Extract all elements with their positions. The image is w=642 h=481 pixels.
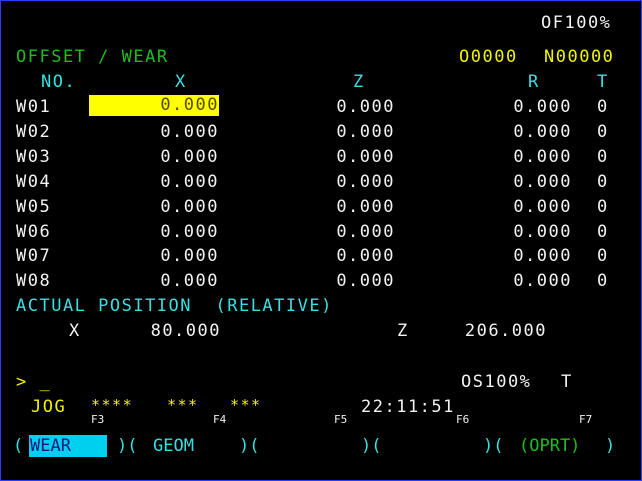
clock: 22:11:51 <box>361 397 455 417</box>
x-offset-cell[interactable]: 0.000 <box>99 172 219 192</box>
program-number: O0000 <box>459 47 518 67</box>
r-offset-cell[interactable]: 0.000 <box>452 271 572 291</box>
t-offset-cell[interactable]: 0 <box>597 222 609 242</box>
row-number: W07 <box>16 246 52 266</box>
status-field-1: **** <box>91 396 134 414</box>
x-offset-cell[interactable]: 0.000 <box>99 222 219 242</box>
actual-z-label: Z <box>397 321 409 341</box>
page-title: OFFSET / WEAR <box>16 47 169 67</box>
fkey-label-f3: F3 <box>91 413 105 426</box>
row-number: W06 <box>16 222 52 242</box>
x-offset-cell[interactable]: 0.000 <box>99 197 219 217</box>
cnc-screen: OF100% OFFSET / WEAR O0000 N00000 NO. X … <box>0 0 642 481</box>
z-offset-cell[interactable]: 0.000 <box>275 271 395 291</box>
softkey-f5-empty[interactable] <box>273 435 353 457</box>
z-offset-cell[interactable]: 0.000 <box>275 246 395 266</box>
col-header-x: X <box>175 72 187 92</box>
actual-x-value: 80.000 <box>150 321 221 341</box>
status-field-3: *** <box>230 396 262 414</box>
z-offset-cell[interactable]: 0.000 <box>275 172 395 192</box>
t-offset-cell[interactable]: 0 <box>597 147 609 167</box>
t-offset-cell[interactable]: 0 <box>597 271 609 291</box>
tool-indicator: T <box>561 372 573 392</box>
fkey-label-f4: F4 <box>213 413 227 426</box>
col-header-t: T <box>597 72 609 92</box>
fkey-label-f7: F7 <box>579 413 593 426</box>
softkey-geom[interactable]: GEOM <box>153 435 194 457</box>
feed-override: OF100% <box>541 13 612 33</box>
r-offset-cell[interactable]: 0.000 <box>452 222 572 242</box>
r-offset-cell[interactable]: 0.000 <box>452 122 572 142</box>
command-input[interactable]: > _ <box>16 372 51 392</box>
actual-position-label: ACTUAL POSITION (RELATIVE) <box>16 296 333 316</box>
softkey-bracket: )( <box>361 436 382 456</box>
row-number: W03 <box>16 147 52 167</box>
t-offset-cell[interactable]: 0 <box>597 122 609 142</box>
fkey-label-f5: F5 <box>334 413 348 426</box>
x-offset-cell-selected[interactable]: 0.000 <box>89 95 219 116</box>
t-offset-cell[interactable]: 0 <box>597 172 609 192</box>
spindle-override: OS100% <box>461 372 532 392</box>
r-offset-cell[interactable]: 0.000 <box>452 97 572 117</box>
x-offset-cell[interactable]: 0.000 <box>99 246 219 266</box>
row-number: W05 <box>16 197 52 217</box>
z-offset-cell[interactable]: 0.000 <box>275 147 395 167</box>
sequence-number: N00000 <box>544 47 615 67</box>
softkey-bracket: ( <box>13 436 24 456</box>
actual-z-value: 206.000 <box>464 321 547 341</box>
col-header-no: NO. <box>41 72 77 92</box>
x-offset-cell[interactable]: 0.000 <box>99 122 219 142</box>
t-offset-cell[interactable]: 0 <box>597 197 609 217</box>
softkey-oprt[interactable]: (OPRT) <box>519 435 580 457</box>
col-header-z: Z <box>353 72 365 92</box>
z-offset-cell[interactable]: 0.000 <box>275 197 395 217</box>
z-offset-cell[interactable]: 0.000 <box>275 122 395 142</box>
z-offset-cell[interactable]: 0.000 <box>275 97 395 117</box>
r-offset-cell[interactable]: 0.000 <box>452 147 572 167</box>
status-field-2: *** <box>167 396 199 414</box>
softkey-f6-empty[interactable] <box>395 435 475 457</box>
t-offset-cell[interactable]: 0 <box>597 97 609 117</box>
x-offset-cell[interactable]: 0.000 <box>99 271 219 291</box>
softkey-bracket: ) <box>605 436 616 456</box>
row-number: W04 <box>16 172 52 192</box>
col-header-r: R <box>528 72 540 92</box>
softkey-bracket: )( <box>117 436 138 456</box>
row-number: W01 <box>16 97 52 117</box>
row-number: W02 <box>16 122 52 142</box>
softkey-wear[interactable]: WEAR <box>29 435 107 457</box>
x-offset-cell[interactable]: 0.000 <box>99 147 219 167</box>
r-offset-cell[interactable]: 0.000 <box>452 172 572 192</box>
softkey-bracket: )( <box>483 436 504 456</box>
mode-indicator: JOG <box>31 397 67 417</box>
row-number: W08 <box>16 271 52 291</box>
r-offset-cell[interactable]: 0.000 <box>452 197 572 217</box>
softkey-bracket: )( <box>239 436 260 456</box>
t-offset-cell[interactable]: 0 <box>597 246 609 266</box>
z-offset-cell[interactable]: 0.000 <box>275 222 395 242</box>
r-offset-cell[interactable]: 0.000 <box>452 246 572 266</box>
fkey-label-f6: F6 <box>456 413 470 426</box>
actual-x-label: X <box>69 321 81 341</box>
